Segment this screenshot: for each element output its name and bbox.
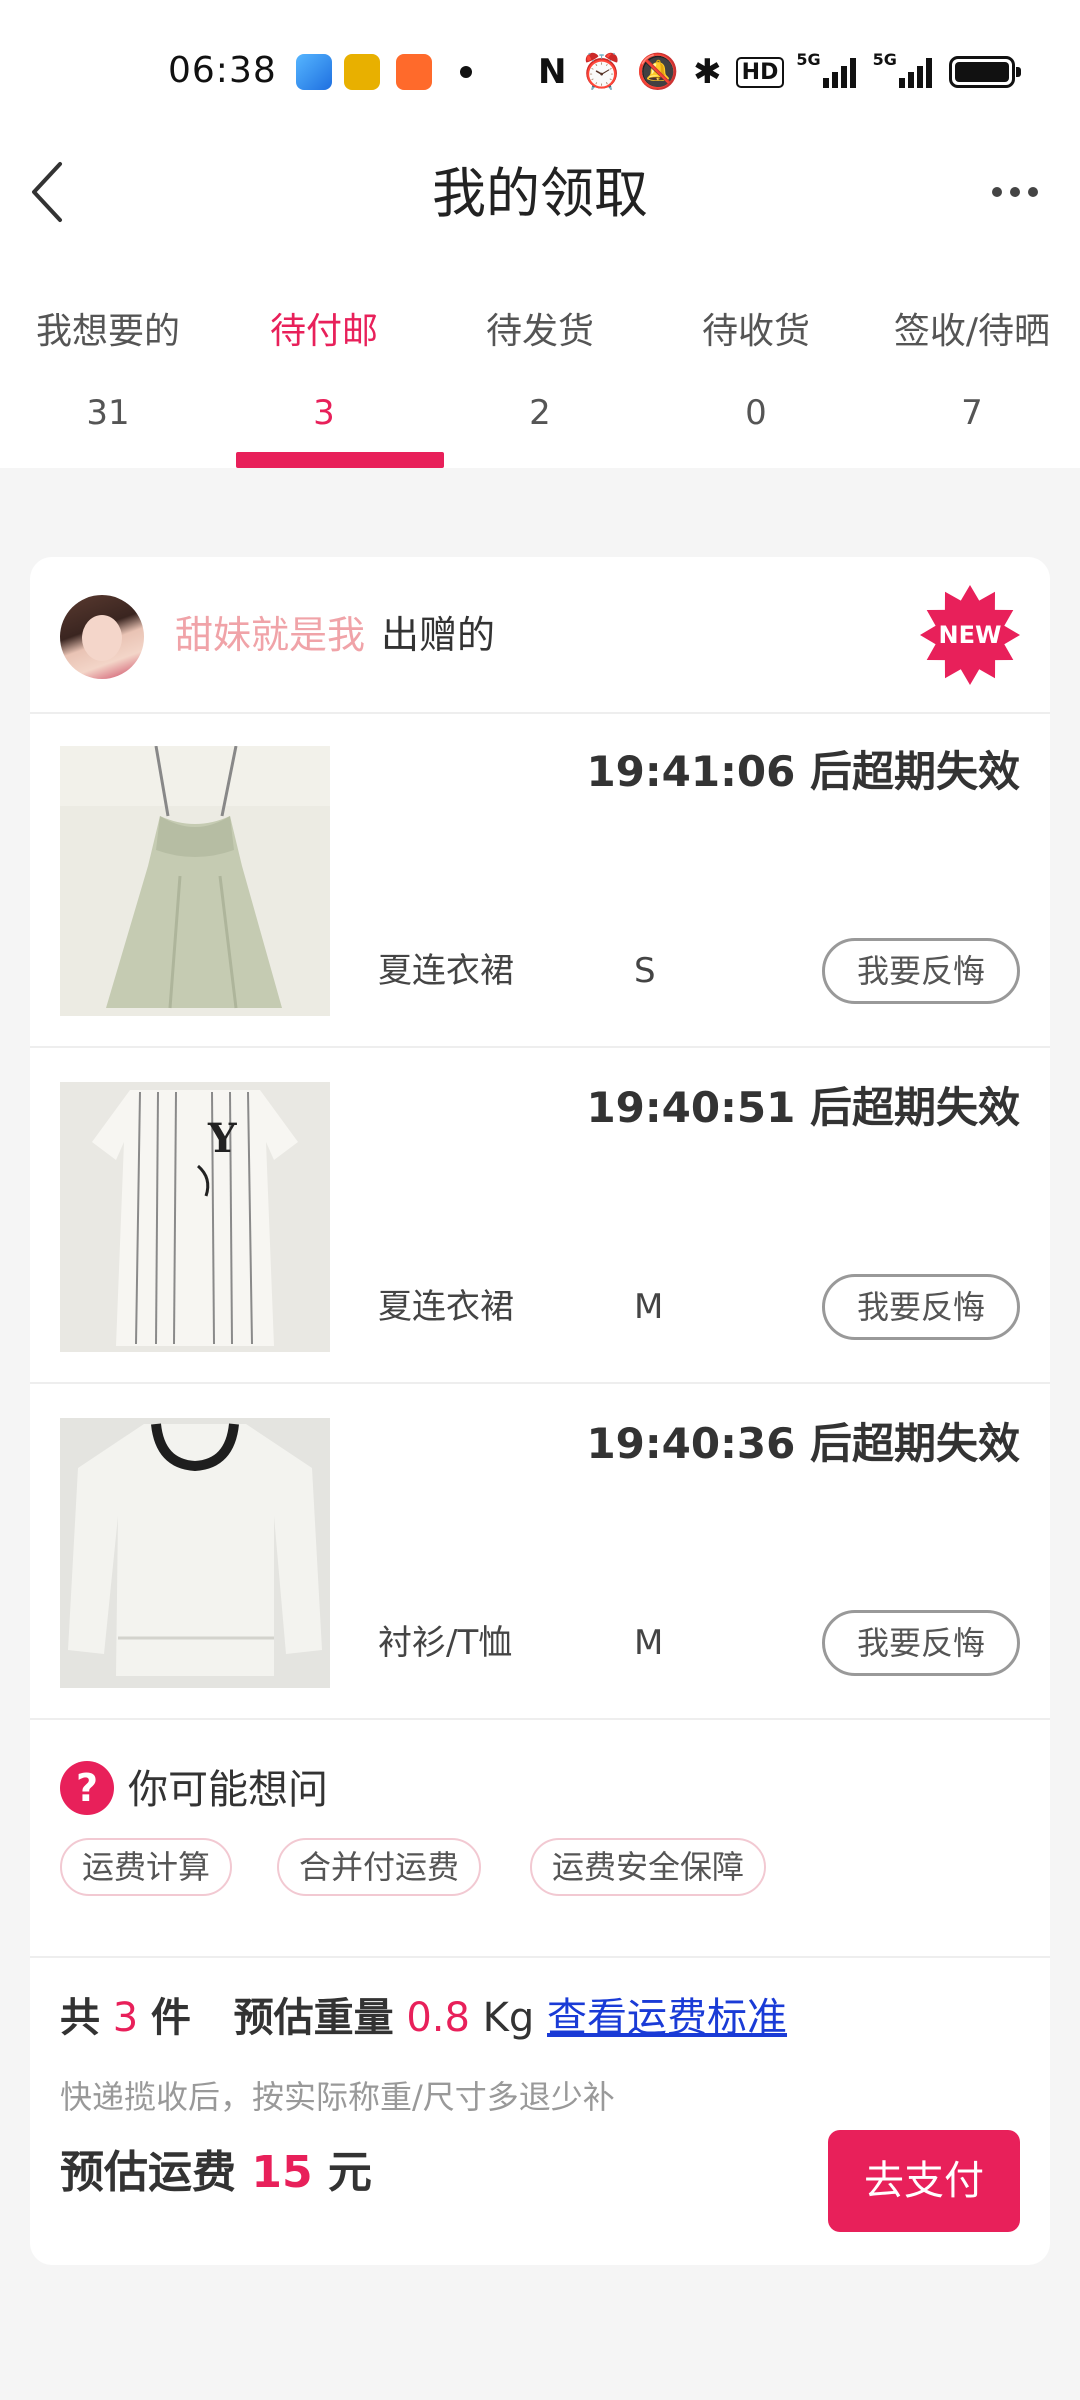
item-size: M bbox=[634, 1287, 664, 1327]
faq-chip-combine-shipping[interactable]: 合并付运费 bbox=[277, 1838, 482, 1896]
notification-dot-icon bbox=[460, 66, 472, 78]
signal-icon bbox=[898, 56, 935, 88]
page-title: 我的领取 bbox=[432, 162, 648, 225]
item-image-white-top[interactable] bbox=[60, 1418, 330, 1688]
nfc-icon: N bbox=[538, 52, 567, 92]
list-item[interactable]: Y 19:40:51 后超期失效 夏连衣裙 M 我要反悔 bbox=[30, 1050, 1050, 1384]
tab-awaiting-receipt[interactable]: 待收货 0 bbox=[648, 290, 864, 468]
tab-count: 2 bbox=[529, 393, 551, 433]
tab-count: 7 bbox=[961, 393, 983, 433]
tab-label: 待付邮 bbox=[269, 311, 378, 352]
item-size: S bbox=[634, 951, 656, 991]
fee-label: 预估运费 bbox=[60, 2147, 236, 2198]
list-item[interactable]: 19:41:06 后超期失效 夏连衣裙 S 我要反悔 bbox=[30, 714, 1050, 1048]
regret-button[interactable]: 我要反悔 bbox=[822, 938, 1020, 1004]
expiry-timer: 19:41:06 后超期失效 bbox=[586, 747, 1020, 796]
dress-image-icon: Y bbox=[60, 1082, 330, 1352]
status-indicators: N ⏰ 🔕 ✱ HD 5G 5G bbox=[538, 50, 1021, 94]
tab-label: 待收货 bbox=[701, 311, 810, 352]
tab-received[interactable]: 签收/待晒 7 bbox=[864, 290, 1080, 468]
item-count: 3 bbox=[112, 1995, 139, 2041]
avatar[interactable] bbox=[60, 595, 144, 679]
dress-image-icon bbox=[60, 746, 330, 1016]
expiry-timer: 19:40:36 后超期失效 bbox=[586, 1419, 1020, 1468]
item-image-pinstripe-dress[interactable]: Y bbox=[60, 1082, 330, 1352]
back-button[interactable] bbox=[22, 150, 102, 230]
active-tab-indicator bbox=[236, 452, 444, 468]
more-dot-icon bbox=[1028, 187, 1038, 197]
order-card: 甜妹就是我 出赠的 NEW 19:41:06 后超期失效 夏连衣裙 S 我要反悔 bbox=[30, 557, 1050, 2265]
expiry-timer: 19:40:51 后超期失效 bbox=[586, 1083, 1020, 1132]
item-image-sage-dress[interactable] bbox=[60, 746, 330, 1016]
shipping-standard-link[interactable]: 查看运费标准 bbox=[547, 1995, 787, 2041]
item-category: 衬衫/T恤 bbox=[378, 1623, 513, 1663]
count-prefix: 共 bbox=[60, 1995, 100, 2041]
shipping-note: 快递揽收后，按实际称重/尺寸多退少补 bbox=[60, 2078, 615, 2116]
faq-chip-shipping-guarantee[interactable]: 运费安全保障 bbox=[530, 1838, 767, 1896]
question-icon: ? bbox=[60, 1761, 114, 1815]
weight-value: 0.8 bbox=[406, 1995, 470, 2041]
fee-value: 15 bbox=[251, 2147, 313, 2198]
item-size: M bbox=[634, 1623, 664, 1663]
tab-label: 我想要的 bbox=[35, 311, 180, 352]
app-header: 我的领取 bbox=[0, 140, 1080, 260]
weight-unit: Kg bbox=[482, 1995, 535, 2041]
bluetooth-icon: ✱ bbox=[693, 52, 722, 92]
tab-count: 31 bbox=[86, 393, 130, 433]
app-store-icon bbox=[396, 54, 432, 90]
summary-line: 共 3 件 预估重量 0.8 Kg 查看运费标准 bbox=[60, 1988, 787, 2048]
tab-label: 待发货 bbox=[485, 311, 594, 352]
shirt-image-icon bbox=[60, 1418, 330, 1688]
tab-count: 0 bbox=[745, 393, 767, 433]
mute-icon: 🔕 bbox=[636, 52, 680, 92]
more-dot-icon bbox=[992, 187, 1002, 197]
faq-chip-shipping-calc[interactable]: 运费计算 bbox=[60, 1838, 233, 1896]
faq-title: 你可能想问 bbox=[128, 1767, 328, 1813]
alarm-icon: ⏰ bbox=[580, 52, 623, 92]
count-unit: 件 bbox=[150, 1995, 191, 2041]
tab-wanted[interactable]: 我想要的 31 bbox=[0, 290, 216, 468]
tab-awaiting-shipping-fee[interactable]: 待付邮 3 bbox=[216, 290, 444, 468]
network-label: 5G bbox=[872, 50, 897, 69]
status-bar: 06:38 N ⏰ 🔕 ✱ HD 5G 5G bbox=[0, 0, 1080, 140]
giver-name[interactable]: 甜妹就是我 bbox=[175, 609, 365, 661]
tab-count: 3 bbox=[313, 393, 335, 433]
network-label: 5G bbox=[796, 50, 821, 69]
list-item[interactable]: 19:40:36 后超期失效 衬衫/T恤 M 我要反悔 bbox=[30, 1386, 1050, 1720]
status-time: 06:38 bbox=[168, 50, 277, 91]
tab-awaiting-dispatch[interactable]: 待发货 2 bbox=[432, 290, 648, 468]
signal-icon bbox=[822, 56, 859, 88]
regret-button[interactable]: 我要反悔 bbox=[822, 1274, 1020, 1340]
fee-unit: 元 bbox=[327, 2147, 372, 2198]
pay-button[interactable]: 去支付 bbox=[828, 2130, 1020, 2232]
order-summary: 共 3 件 预估重量 0.8 Kg 查看运费标准 快递揽收后，按实际称重/尺寸多… bbox=[30, 1958, 1050, 2265]
item-category: 夏连衣裙 bbox=[378, 951, 514, 991]
faq-section: ? 你可能想问 运费计算 合并付运费 运费安全保障 bbox=[30, 1724, 1050, 1958]
svg-text:Y: Y bbox=[207, 1115, 237, 1162]
giver-row[interactable]: 甜妹就是我 出赠的 NEW bbox=[30, 557, 1050, 714]
hd-badge: HD bbox=[735, 56, 785, 88]
weight-label: 预估重量 bbox=[233, 1995, 394, 2041]
new-badge-icon bbox=[920, 585, 1020, 685]
messenger-app-icon bbox=[296, 54, 332, 90]
pubg-app-icon bbox=[344, 54, 380, 90]
giver-suffix: 出赠的 bbox=[381, 613, 496, 657]
regret-button[interactable]: 我要反悔 bbox=[822, 1610, 1020, 1676]
chevron-left-icon bbox=[32, 162, 62, 222]
battery-icon bbox=[948, 56, 1021, 88]
status-tabs: 我想要的 31 待付邮 3 待发货 2 待收货 0 签收/待晒 7 bbox=[0, 290, 1080, 468]
tab-label: 签收/待晒 bbox=[893, 311, 1051, 352]
more-options-button[interactable] bbox=[980, 162, 1050, 222]
item-category: 夏连衣裙 bbox=[378, 1287, 514, 1327]
fee-line: 预估运费 15 元 bbox=[60, 2140, 372, 2206]
more-dot-icon bbox=[1010, 187, 1020, 197]
